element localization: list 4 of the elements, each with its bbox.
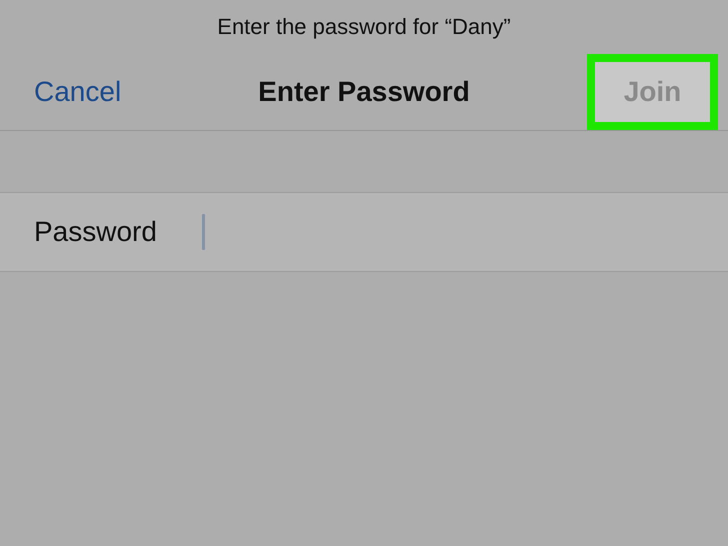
field-label: Password	[34, 216, 158, 248]
cancel-button[interactable]: Cancel	[34, 76, 122, 108]
screen-title: Enter Password	[258, 76, 470, 108]
prompt-text: Enter the password for “Dany”	[217, 14, 511, 40]
